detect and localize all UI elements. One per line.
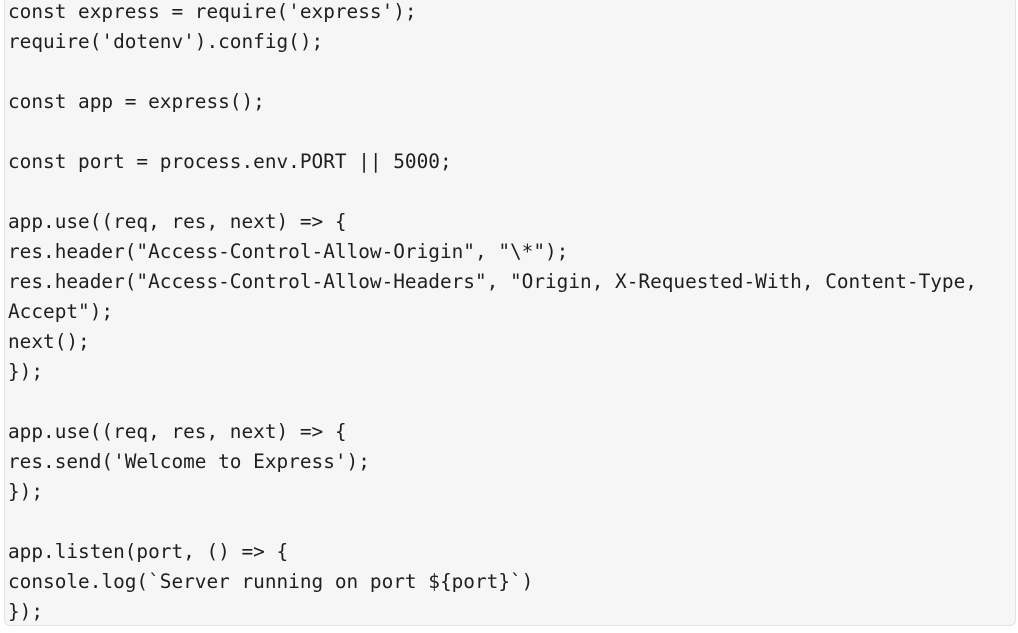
code-line: require('dotenv').config(); (8, 30, 324, 53)
code-line: }); (8, 360, 44, 383)
code-line: }); (8, 600, 44, 623)
code-line: app.use((req, res, next) => { (8, 420, 347, 443)
code-line: }); (8, 480, 44, 503)
code-lines: const express = require('express'); requ… (8, 0, 977, 625)
code-line: const port = process.env.PORT || 5000; (8, 150, 452, 173)
code-line: res.header("Access-Control-Allow-Origin"… (8, 240, 569, 263)
code-line: next(); (8, 330, 90, 353)
code-line: res.header("Access-Control-Allow-Headers… (8, 270, 977, 293)
code-line: app.listen(port, () => { (8, 540, 289, 563)
code-line: app.use((req, res, next) => { (8, 210, 347, 233)
code-block: const express = require('express'); requ… (4, 0, 1016, 626)
code-line: res.send('Welcome to Express'); (8, 450, 370, 473)
code-line: Accept"); (8, 300, 114, 323)
code-line: const express = require('express'); (8, 0, 417, 23)
code-line: const app = express(); (8, 90, 265, 113)
code-line: console.log(`Server running on port ${po… (8, 570, 534, 593)
